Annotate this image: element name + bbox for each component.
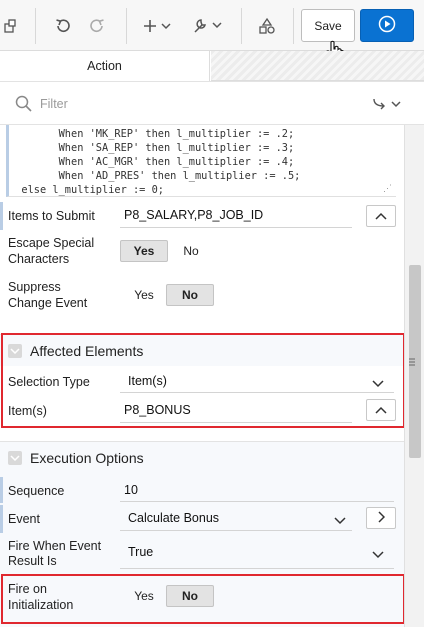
items-to-submit-label: Items to Submit: [8, 209, 95, 223]
escape-yes-toggle[interactable]: Yes: [120, 240, 168, 262]
highlight-box: [1, 333, 404, 428]
execution-options-title: Execution Options: [30, 450, 144, 466]
execution-options-header[interactable]: Execution Options: [0, 441, 404, 473]
suppress-no-toggle[interactable]: No: [166, 284, 214, 306]
event-go-button[interactable]: [366, 507, 396, 529]
tab-action[interactable]: Action: [0, 51, 210, 81]
highlight-box: [1, 574, 404, 624]
toolbar: Save: [0, 0, 424, 64]
search-icon: [15, 95, 32, 115]
fire-when-label-1: Fire When Event: [8, 539, 102, 553]
shapes-icon[interactable]: [254, 10, 280, 42]
fire-when-label-2: Result Is: [8, 554, 57, 568]
escape-special-label-1: Escape Special: [8, 236, 95, 250]
tab-bar-empty: [211, 51, 424, 81]
redo-icon[interactable]: [84, 10, 110, 42]
play-icon: [378, 15, 396, 36]
row-indicator: [0, 477, 3, 503]
sequence-field[interactable]: 10: [124, 483, 138, 497]
filter-row: Filter: [0, 81, 424, 125]
escape-special-row: Escape Special Characters Yes No: [0, 233, 404, 271]
chevron-down-icon[interactable]: [372, 548, 384, 562]
toolbar-divider: [241, 8, 242, 44]
field-underline: [120, 501, 394, 502]
toolbar-divider: [293, 8, 294, 44]
escape-special-label-2: Characters: [8, 252, 70, 266]
layout-icon[interactable]: [0, 10, 22, 42]
event-label: Event: [8, 512, 40, 526]
filter-input[interactable]: Filter: [40, 97, 68, 111]
escape-no-toggle[interactable]: No: [176, 240, 206, 262]
items-picker-button[interactable]: [366, 205, 396, 227]
chevron-right-icon: [377, 510, 386, 526]
collapse-chevron-icon[interactable]: [8, 451, 22, 465]
property-editor: When 'MK_REP' then l_multiplier := .2; W…: [0, 125, 404, 627]
field-underline: [120, 227, 352, 228]
vertical-scrollbar[interactable]: [404, 125, 424, 627]
code-line: else l_multiplier := 0;: [9, 184, 164, 196]
wrench-icon[interactable]: [190, 10, 226, 42]
event-select[interactable]: Calculate Bonus: [128, 511, 219, 525]
code-line: When 'AC_MGR' then l_multiplier := .4;: [9, 156, 295, 168]
toolbar-divider: [126, 8, 127, 44]
event-row: Event Calculate Bonus: [0, 505, 404, 533]
code-line: When 'MK_REP' then l_multiplier := .2;: [9, 128, 295, 140]
items-to-submit-row: Items to Submit P8_SALARY,P8_JOB_ID: [0, 202, 404, 230]
tab-bar: Action: [0, 51, 424, 81]
add-icon[interactable]: [140, 10, 176, 42]
chevron-up-icon: [375, 209, 387, 223]
fire-when-select[interactable]: True: [128, 545, 153, 559]
go-to-group-icon[interactable]: [371, 96, 405, 115]
code-editor[interactable]: When 'MK_REP' then l_multiplier := .2; W…: [6, 125, 396, 197]
code-line: When 'AD_PRES' then l_multiplier := .5;: [9, 170, 301, 182]
undo-icon[interactable]: [50, 10, 76, 42]
sequence-row: Sequence 10: [0, 477, 404, 503]
scroll-grip-icon: [409, 358, 415, 366]
resize-handle-icon[interactable]: ⋰: [383, 183, 392, 194]
suppress-yes-toggle[interactable]: Yes: [124, 284, 164, 306]
fire-when-row: Fire When Event Result Is True: [0, 536, 404, 570]
toolbar-divider: [35, 8, 36, 44]
suppress-change-row: Suppress Change Event Yes No: [0, 278, 404, 316]
run-button[interactable]: [360, 9, 414, 42]
field-underline: [120, 568, 394, 569]
row-indicator: [0, 202, 3, 230]
sequence-label: Sequence: [8, 484, 65, 498]
save-button[interactable]: Save: [301, 9, 355, 42]
items-to-submit-field[interactable]: P8_SALARY,P8_JOB_ID: [124, 208, 263, 222]
code-line: When 'SA_REP' then l_multiplier := .3;: [9, 142, 295, 154]
chevron-down-icon[interactable]: [334, 514, 346, 528]
row-indicator: [0, 505, 3, 533]
suppress-label-2: Change Event: [8, 296, 88, 310]
field-underline: [120, 530, 352, 531]
suppress-label-1: Suppress: [8, 280, 61, 294]
